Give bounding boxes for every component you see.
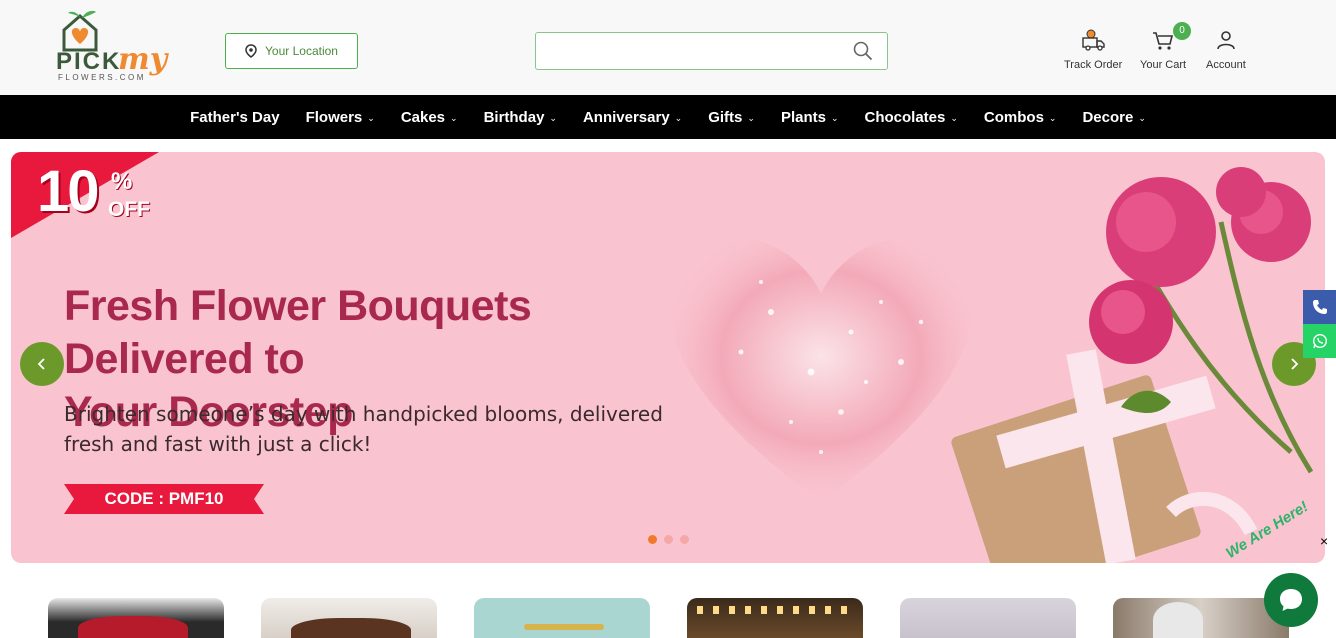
chevron-down-icon: ⌄ — [950, 112, 958, 123]
nav-label: Decore — [1082, 108, 1134, 126]
nav-item-anniversary[interactable]: Anniversary ⌄ — [583, 109, 682, 126]
chevron-left-icon — [37, 358, 45, 370]
nav-item-flowers[interactable]: Flowers ⌄ — [306, 109, 375, 126]
logo-flower-icon — [62, 10, 98, 52]
discount-off: OFF — [108, 198, 150, 221]
site-logo[interactable]: PICK my FLOWERS.COM — [52, 8, 168, 88]
headline-line: Fresh Flower Bouquets Delivered to — [64, 282, 532, 383]
cart-count-badge: 0 — [1173, 22, 1192, 40]
track-order-label: Track Order — [1064, 59, 1123, 71]
cart-label: Your Cart — [1140, 59, 1187, 71]
location-pin-icon — [245, 44, 257, 58]
chevron-right-icon — [1291, 358, 1299, 370]
nav-label: Flowers — [305, 108, 363, 126]
category-card[interactable] — [687, 598, 863, 638]
nav-item-plants[interactable]: Plants ⌄ — [781, 109, 839, 126]
category-card[interactable] — [261, 598, 437, 638]
top-header: PICK my FLOWERS.COM Your Location Track … — [0, 0, 1336, 95]
category-cards-row — [0, 598, 1336, 638]
chevron-down-icon: ⌄ — [367, 112, 375, 123]
chevron-down-icon: ⌄ — [549, 112, 557, 123]
nav-label: Gifts — [708, 108, 743, 126]
delivery-truck-icon — [1082, 29, 1105, 51]
logo-text: PICK — [56, 48, 122, 75]
nav-label: Chocolates — [864, 108, 946, 126]
nav-item-chocolates[interactable]: Chocolates ⌄ — [865, 109, 958, 126]
nav-label: Cakes — [400, 108, 446, 126]
banner-subtext: Brighten someone’s day with handpicked b… — [64, 399, 684, 459]
nav-label: Anniversary — [582, 108, 670, 126]
chevron-down-icon: ⌄ — [674, 112, 683, 123]
nav-item-birthday[interactable]: Birthday ⌄ — [484, 109, 557, 126]
category-card[interactable] — [1113, 598, 1289, 638]
logo-accent-text: my — [118, 42, 168, 77]
nav-label: Father's Day — [190, 108, 280, 126]
discount-number: 10 — [37, 159, 99, 224]
roses-gift-image — [951, 167, 1314, 563]
main-nav: Father's Day Flowers ⌄ Cakes ⌄ Birthday ⌄ A… — [0, 95, 1336, 139]
category-card[interactable] — [900, 598, 1076, 638]
discount-ribbon: 10 % OFF — [11, 152, 161, 245]
whatsapp-button[interactable] — [1303, 324, 1336, 358]
cart-link[interactable]: 0 Your Cart — [1140, 22, 1192, 71]
promo-code-tag: CODE : PMF10 — [64, 484, 264, 514]
phone-icon — [1312, 300, 1327, 314]
logo-subtext: FLOWERS.COM — [58, 73, 146, 82]
chevron-down-icon: ⌄ — [1138, 112, 1146, 123]
location-button[interactable]: Your Location — [225, 33, 358, 69]
category-card[interactable] — [474, 598, 650, 638]
category-card[interactable] — [48, 598, 224, 638]
nav-item-cakes[interactable]: Cakes ⌄ — [401, 109, 458, 126]
chat-widget-button[interactable] — [1264, 573, 1318, 627]
nav-item-decore[interactable]: Decore ⌄ — [1082, 109, 1145, 126]
account-label: Account — [1206, 59, 1246, 71]
chevron-down-icon: ⌄ — [1048, 112, 1057, 123]
location-label: Your Location — [265, 44, 338, 58]
nav-label: Birthday — [483, 108, 545, 126]
slider-dot[interactable] — [680, 535, 689, 544]
search-input[interactable] — [536, 33, 836, 69]
search-icon[interactable] — [853, 41, 873, 61]
nav-item-combos[interactable]: Combos ⌄ — [984, 109, 1057, 126]
chat-close-button[interactable]: × — [1320, 533, 1328, 549]
chat-bubble-icon — [1280, 589, 1302, 611]
slider-dot[interactable] — [664, 535, 673, 544]
account-link[interactable]: Account — [1206, 28, 1246, 71]
nav-label: Combos — [983, 108, 1044, 126]
subtext-line: Brighten someone’s day with handpicked b… — [64, 402, 663, 426]
chevron-down-icon: ⌄ — [747, 112, 755, 123]
nav-item-fathers-day[interactable]: Father's Day — [190, 109, 279, 126]
subtext-line: fresh and fast with just a click! — [64, 432, 372, 456]
promo-code-text: CODE : PMF10 — [104, 489, 224, 508]
hero-banner[interactable]: 10 % OFF Fresh Flower Bouquets Delivered… — [11, 152, 1325, 563]
nav-label: Plants — [780, 108, 826, 126]
search-bar — [535, 32, 888, 70]
nav-item-gifts[interactable]: Gifts ⌄ — [708, 109, 755, 126]
banner-prev-button[interactable] — [20, 342, 64, 386]
call-button[interactable] — [1303, 290, 1336, 324]
cart-icon — [1153, 32, 1174, 50]
chevron-down-icon: ⌄ — [830, 112, 839, 123]
user-icon — [1217, 31, 1235, 50]
discount-percent: % — [111, 168, 133, 195]
whatsapp-icon — [1312, 333, 1327, 349]
chevron-down-icon: ⌄ — [450, 112, 458, 123]
slider-dots — [648, 535, 689, 544]
track-order-link[interactable]: Track Order — [1064, 28, 1122, 71]
slider-dot[interactable] — [648, 535, 657, 544]
